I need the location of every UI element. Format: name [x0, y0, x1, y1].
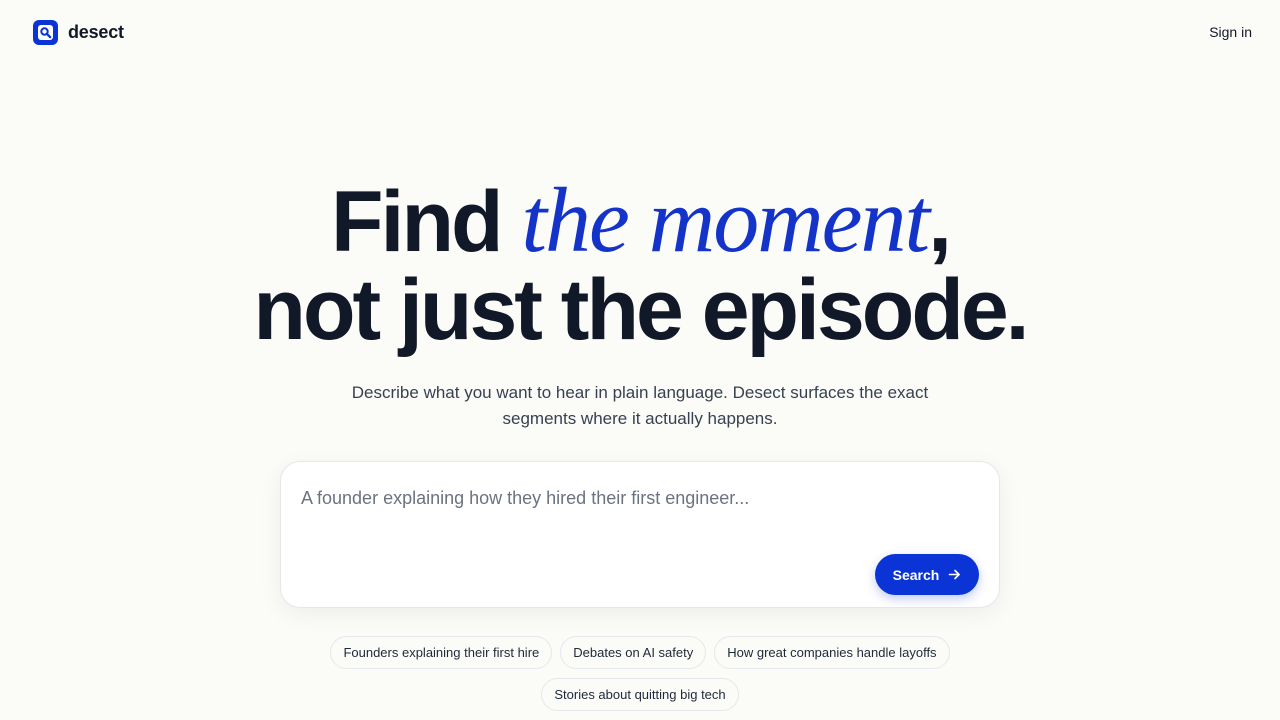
suggestion-chip[interactable]: Founders explaining their first hire [330, 636, 553, 669]
hero-section: Find the moment, not just the episode. [0, 174, 1280, 354]
search-button-label: Search [892, 566, 940, 583]
search-button[interactable]: Search [875, 554, 979, 595]
brand-logo-link[interactable]: desect [33, 19, 124, 45]
headline-lead: Find [331, 174, 522, 270]
suggestion-chip[interactable]: Stories about quitting big tech [541, 678, 739, 711]
suggestion-chips: Founders explaining their first hire Deb… [300, 636, 980, 711]
sign-in-link[interactable]: Sign in [1209, 24, 1252, 40]
headline-comma: , [928, 174, 952, 270]
subtitle-line-1: Describe what you want to hear in plain … [351, 383, 929, 402]
headline-line-2: not just the episode. [253, 262, 1029, 358]
search-card: Search [280, 461, 1000, 608]
hero-headline: Find the moment, not just the episode. [0, 174, 1280, 354]
brand-name: desect [68, 21, 124, 42]
search-document-icon [33, 19, 58, 45]
headline-accent: the moment [521, 169, 930, 271]
hero-subtitle: Describe what you want to hear in plain … [0, 380, 1280, 432]
search-input[interactable] [301, 484, 981, 554]
subtitle-line-2: segments where it actually happens. [502, 409, 778, 428]
headline-line-1: Find the moment, [331, 174, 952, 270]
suggestion-chip[interactable]: Debates on AI safety [560, 636, 707, 669]
top-nav: desect Sign in [0, 0, 1280, 64]
arrow-right-icon [949, 569, 961, 580]
suggestion-chip[interactable]: How great companies handle layoffs [714, 636, 950, 669]
